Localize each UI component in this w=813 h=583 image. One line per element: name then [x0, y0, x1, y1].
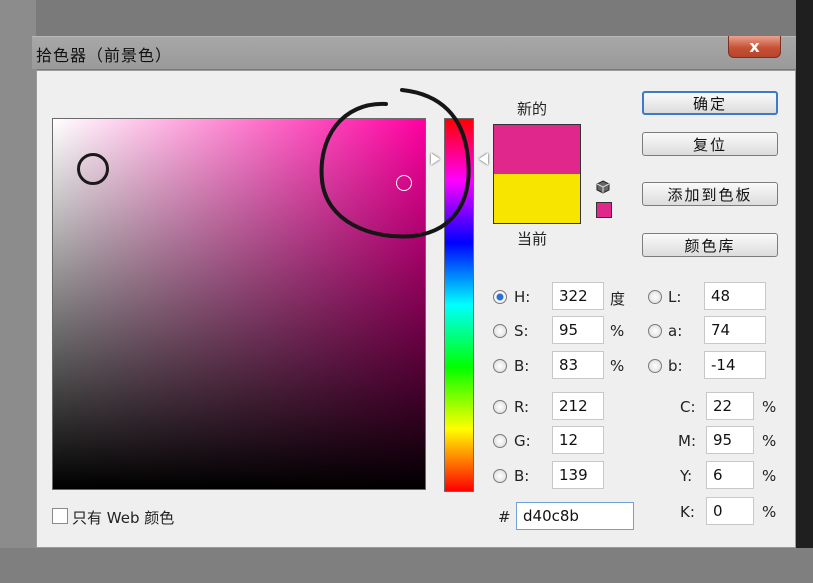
l-input[interactable]: 48 [704, 282, 766, 310]
radio-lab-b[interactable] [648, 359, 662, 373]
s-label: S: [514, 322, 529, 340]
hex-prefix: # [498, 508, 511, 526]
desktop-background [0, 0, 36, 583]
rgb-b-label: B: [514, 467, 530, 485]
k-unit: % [762, 503, 777, 521]
ok-button[interactable]: 确定 [642, 91, 778, 115]
b-input[interactable]: 83 [552, 351, 604, 379]
hue-slider[interactable] [444, 118, 474, 492]
h-input[interactable]: 322 [552, 282, 604, 310]
g-input[interactable]: 12 [552, 426, 604, 454]
radio-b[interactable] [493, 359, 507, 373]
b-unit: % [610, 357, 625, 375]
add-to-swatches-button[interactable]: 添加到色板 [642, 182, 778, 206]
close-button[interactable]: x [728, 36, 781, 58]
hue-slider-handle-left[interactable] [431, 153, 440, 165]
y-label: Y: [680, 467, 693, 485]
radio-l[interactable] [648, 290, 662, 304]
color-libraries-button[interactable]: 颜色库 [642, 233, 778, 257]
selected-color-marker[interactable] [396, 175, 412, 191]
reset-button[interactable]: 复位 [642, 132, 778, 156]
s-input[interactable]: 95 [552, 316, 604, 344]
l-label: L: [668, 288, 682, 306]
rgb-b-input[interactable]: 139 [552, 461, 604, 489]
radio-r[interactable] [493, 400, 507, 414]
s-unit: % [610, 322, 625, 340]
lab-b-input[interactable]: -14 [704, 351, 766, 379]
web-safe-cube-icon[interactable] [596, 180, 610, 194]
desktop-background-bottom [0, 548, 813, 583]
hex-input[interactable]: d40c8b [516, 502, 634, 530]
color-field-cursor[interactable] [77, 153, 109, 185]
r-input[interactable]: 212 [552, 392, 604, 420]
y-input[interactable]: 6 [706, 461, 754, 489]
hue-slider-handle-right[interactable] [479, 153, 488, 165]
m-label: M: [678, 432, 696, 450]
web-colors-only-label: 只有 Web 颜色 [72, 509, 175, 527]
radio-h[interactable] [493, 290, 507, 304]
current-color-swatch[interactable] [494, 174, 580, 223]
new-color-swatch [494, 125, 580, 174]
web-safe-swatch[interactable] [596, 202, 612, 218]
lab-b-label: b: [668, 357, 683, 375]
radio-rgb-b[interactable] [493, 469, 507, 483]
r-label: R: [514, 398, 530, 416]
y-unit: % [762, 467, 777, 485]
radio-a[interactable] [648, 324, 662, 338]
a-input[interactable]: 74 [704, 316, 766, 344]
current-color-label: 当前 [517, 230, 548, 248]
new-color-label: 新的 [517, 100, 548, 118]
c-unit: % [762, 398, 777, 416]
web-colors-only-checkbox[interactable] [52, 508, 68, 524]
radio-g[interactable] [493, 434, 507, 448]
c-label: C: [680, 398, 696, 416]
m-unit: % [762, 432, 777, 450]
c-input[interactable]: 22 [706, 392, 754, 420]
m-input[interactable]: 95 [706, 426, 754, 454]
radio-s[interactable] [493, 324, 507, 338]
h-label: H: [514, 288, 531, 306]
desktop-background-right [796, 0, 813, 583]
a-label: a: [668, 322, 683, 340]
k-input[interactable]: 0 [706, 497, 754, 525]
window-title: 拾色器（前景色） [36, 46, 173, 65]
h-unit: 度 [610, 290, 626, 308]
g-label: G: [514, 432, 531, 450]
close-icon: x [749, 37, 760, 56]
b-label: B: [514, 357, 530, 375]
k-label: K: [680, 503, 695, 521]
